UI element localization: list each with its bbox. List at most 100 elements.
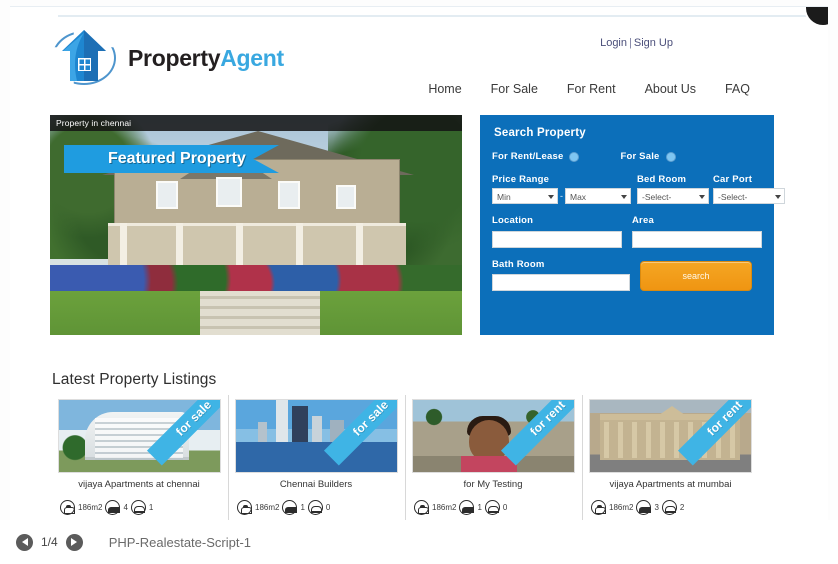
auth-separator: | (629, 37, 632, 49)
beds-value: 4 (123, 503, 128, 512)
bath-icon (661, 500, 677, 515)
nav-item-about-us[interactable]: About Us (645, 82, 696, 96)
property-thumbnail[interactable]: for sale (58, 399, 221, 473)
meta-area: 186m2 (60, 500, 102, 515)
nav-item-for-sale[interactable]: For Sale (491, 82, 538, 96)
area-value: 186m2 (432, 503, 457, 512)
area-group: Area (632, 215, 762, 248)
beds-value: 1 (300, 503, 305, 512)
carport-label: Car Port (713, 174, 753, 185)
property-title[interactable]: for My Testing (412, 479, 574, 491)
circle-arrow-left-icon[interactable] (16, 533, 33, 551)
house-window (216, 177, 242, 207)
meta-beds: 1 (459, 500, 482, 515)
site-logo[interactable]: PropertyAgent (52, 29, 284, 87)
bedroom-group: Bed Room -Select- (637, 174, 709, 204)
search-button[interactable]: search (640, 261, 752, 291)
search-panel-title: Search Property (494, 127, 586, 139)
for-sale-radio[interactable] (666, 152, 675, 161)
property-title[interactable]: Chennai Builders (235, 479, 397, 491)
nav-item-faq[interactable]: FAQ (725, 82, 750, 96)
featured-property-image[interactable]: Property in chennai Featured Property (50, 115, 462, 335)
meta-area: 186m2 (591, 500, 633, 515)
chevron-down-icon (775, 195, 781, 199)
property-thumbnail[interactable]: for sale (235, 399, 398, 473)
property-meta: 186m2 4 1 (58, 500, 220, 515)
meta-baths: 2 (661, 500, 684, 515)
bedroom-select[interactable]: -Select- (637, 188, 709, 204)
baths-value: 1 (148, 503, 154, 512)
nav-item-home[interactable]: Home (428, 82, 461, 96)
property-thumbnail[interactable]: for rent (589, 399, 752, 473)
selects-row: Price Range Min - Max Bed Room -Select- … (492, 174, 785, 204)
login-link[interactable]: Login (600, 37, 627, 49)
brand-name: PropertyAgent (128, 44, 284, 71)
property-card[interactable]: for sale Chennai Builders 186m2 1 0 (229, 395, 406, 520)
house-logo-icon (52, 29, 118, 87)
hero-row: Property in chennai Featured Property Se… (50, 115, 794, 337)
brand-name-accent: Agent (220, 44, 284, 71)
featured-caption: Property in chennai (50, 115, 462, 131)
price-range-group: Price Range Min - Max (492, 174, 631, 204)
property-meta: 186m2 1 0 (235, 500, 397, 515)
walkway-steps (200, 289, 320, 335)
house-logo-svg (62, 30, 106, 81)
for-rent-radio[interactable] (570, 152, 579, 161)
meta-beds: 1 (282, 500, 305, 515)
bathroom-label: Bath Room (492, 258, 545, 270)
property-title[interactable]: vijaya Apartments at mumbai (589, 479, 752, 491)
area-icon (414, 500, 429, 515)
price-min-select[interactable]: Min (492, 188, 558, 204)
main-navigation: Home For Sale For Rent About Us FAQ (428, 82, 750, 96)
auth-links: Login | Sign Up (600, 37, 673, 49)
meta-beds: 4 (105, 500, 128, 515)
search-property-panel: Search Property For Rent/Lease For Sale … (480, 115, 785, 335)
bath-icon (130, 500, 146, 515)
property-card[interactable]: for sale vijaya Apartments at chennai 18… (52, 395, 229, 520)
price-max-select[interactable]: Max (565, 188, 631, 204)
bath-icon (484, 500, 500, 515)
latest-listings-title: Latest Property Listings (52, 371, 217, 388)
screenshot-root: PropertyAgent Login | Sign Up Home For Sal… (0, 0, 838, 564)
nav-item-for-rent[interactable]: For Rent (567, 82, 616, 96)
carport-value: -Select- (718, 192, 748, 202)
meta-baths: 0 (307, 500, 331, 515)
bath-icon (307, 500, 323, 515)
brand-name-primary: Property (128, 44, 221, 71)
for-sale-label: For Sale (620, 151, 660, 162)
property-title[interactable]: vijaya Apartments at chennai (58, 479, 220, 491)
bathroom-input[interactable] (492, 274, 630, 291)
property-card[interactable]: for rent for My Testing 186m2 1 0 (406, 395, 583, 520)
webpage-frame: PropertyAgent Login | Sign Up Home For Sal… (10, 6, 828, 520)
property-meta: 186m2 1 0 (412, 500, 574, 515)
bedroom-value: -Select- (642, 192, 672, 202)
price-min-value: Min (497, 192, 511, 202)
viewer-toolbar: 1/4 PHP-Realestate-Script-1 (0, 520, 838, 564)
location-group: Location (492, 215, 622, 248)
meta-baths: 0 (484, 500, 508, 515)
location-input[interactable] (492, 230, 622, 248)
area-input[interactable] (632, 230, 762, 248)
baths-value: 0 (325, 503, 331, 512)
property-meta: 186m2 3 2 (589, 500, 752, 515)
carport-select[interactable]: -Select- (713, 188, 785, 204)
baths-value: 0 (502, 503, 508, 512)
area-icon (237, 500, 252, 515)
bathroom-search-row: Bath Room search (492, 258, 762, 291)
listing-type-row: For Rent/Lease For Sale (492, 151, 762, 162)
chevron-down-icon (548, 195, 554, 199)
property-thumbnail[interactable]: for rent (412, 399, 575, 473)
area-icon (60, 500, 75, 515)
circle-arrow-right-icon[interactable] (65, 533, 83, 551)
page-indicator: 1/4 (41, 535, 58, 549)
area-value: 186m2 (78, 503, 103, 512)
chevron-down-icon (621, 195, 627, 199)
property-card[interactable]: for rent vijaya Apartments at mumbai 186… (583, 395, 760, 520)
signup-link[interactable]: Sign Up (634, 37, 673, 49)
location-label: Location (492, 215, 534, 226)
house-window (278, 181, 300, 209)
area-icon (591, 500, 606, 515)
for-rent-label: For Rent/Lease (492, 151, 564, 162)
chevron-down-icon (699, 195, 705, 199)
beds-value: 1 (477, 503, 482, 512)
